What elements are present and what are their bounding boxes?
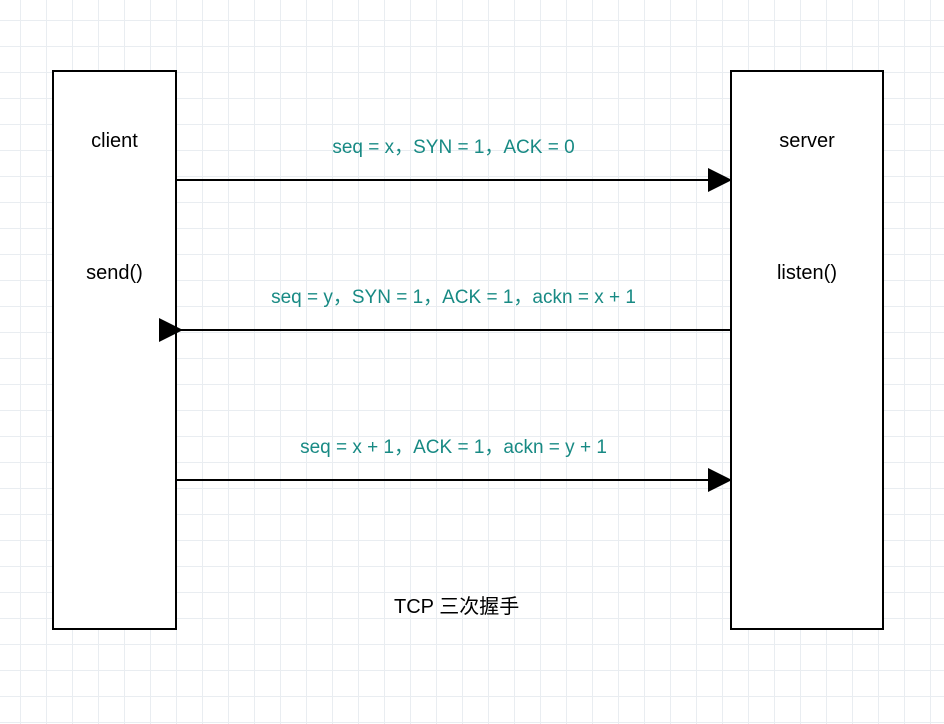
message-2-label: seq = y，SYN = 1，ACK = 1，ackn = x + 1	[177, 282, 730, 309]
client-box: client send()	[52, 70, 177, 630]
client-title: client	[54, 130, 175, 153]
message-1-label: seq = x，SYN = 1，ACK = 0	[177, 132, 730, 159]
diagram-caption: TCP 三次握手	[394, 590, 519, 619]
client-action-label: send()	[54, 262, 175, 285]
message-3-label: seq = x + 1，ACK = 1，ackn = y + 1	[177, 432, 730, 459]
server-box: server listen()	[730, 70, 884, 630]
diagram-stage: client send() server listen() seq = x，SY…	[0, 0, 944, 724]
server-title: server	[732, 130, 882, 153]
server-action-label: listen()	[732, 262, 882, 285]
